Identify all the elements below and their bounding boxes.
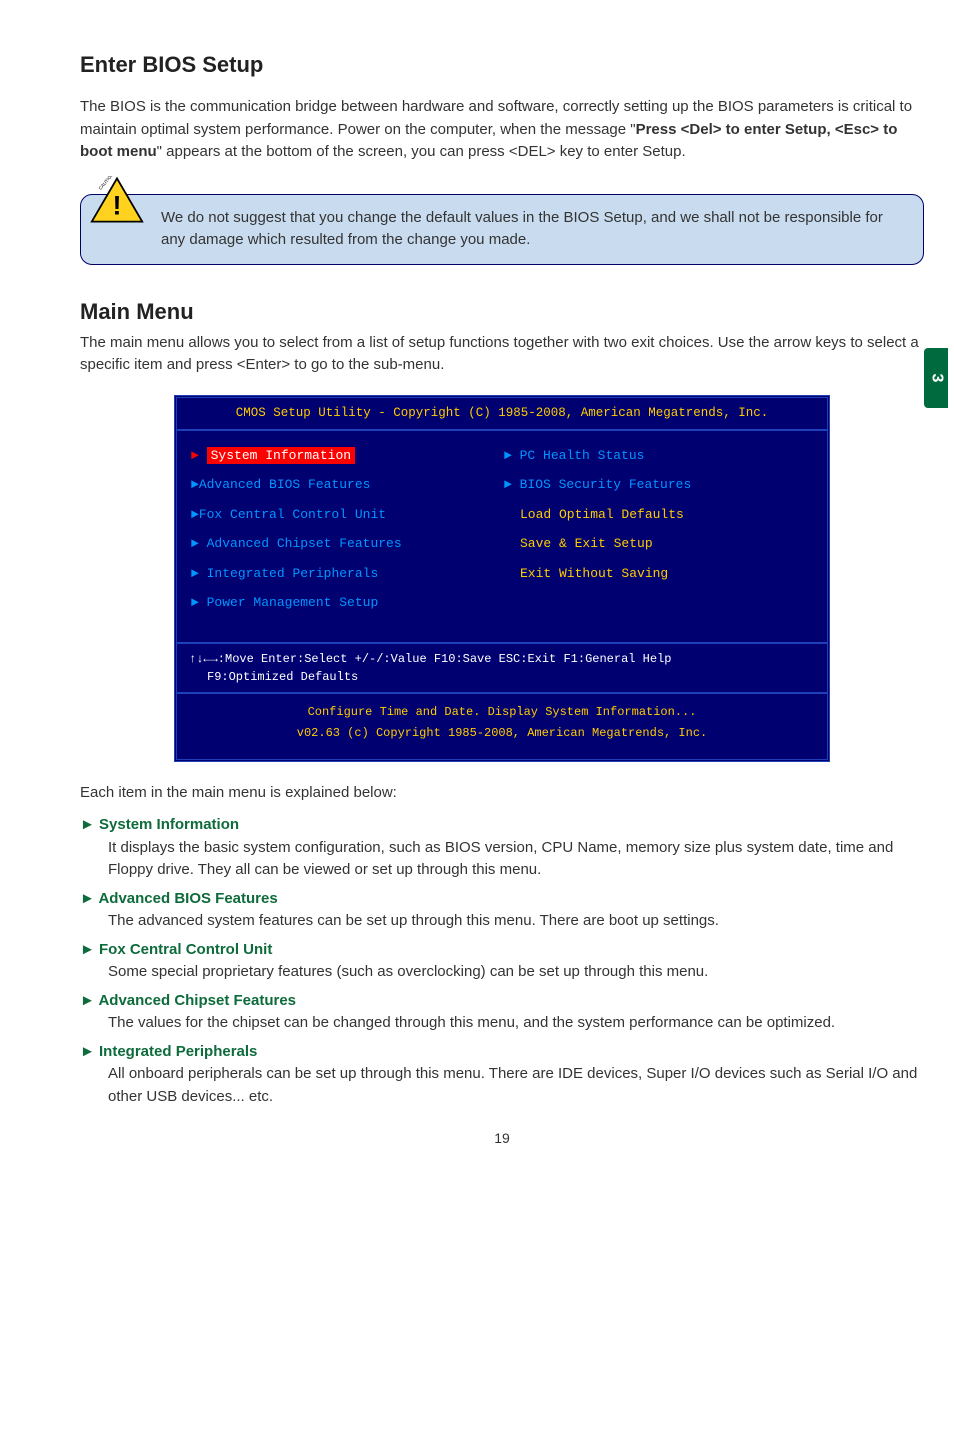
- bios-item-label: Integrated Peripherals: [207, 566, 379, 581]
- bios-left-column: ► System Information ►Advanced BIOS Feat…: [189, 441, 502, 618]
- bios-item-label: System Information: [207, 447, 355, 464]
- expl-head-system-information: ► System Information: [80, 814, 924, 837]
- bios-item-fox-central: ►Fox Central Control Unit: [189, 500, 502, 530]
- page-tab: 3: [924, 348, 948, 408]
- arrow-icon: ►: [504, 477, 512, 492]
- bios-item-bios-security: ► BIOS Security Features: [502, 470, 815, 500]
- expl-head-advanced-bios: ► Advanced BIOS Features: [80, 888, 924, 911]
- caution-text: We do not suggest that you change the de…: [161, 209, 883, 249]
- expl-head-advanced-chipset: ► Advanced Chipset Features: [80, 990, 924, 1013]
- bios-item-pc-health: ► PC Health Status: [502, 441, 815, 471]
- bios-item-power-management: ► Power Management Setup: [189, 588, 502, 618]
- page-tab-number: 3: [924, 374, 948, 383]
- main-menu-title: Main Menu: [80, 295, 924, 328]
- explanations-list: ► System Information It displays the bas…: [80, 814, 924, 1108]
- arrow-icon: ►: [191, 448, 199, 463]
- arrow-icon: ►: [191, 507, 199, 522]
- expl-body-system-information: It displays the basic system configurati…: [108, 837, 924, 882]
- bios-item-advanced-bios: ►Advanced BIOS Features: [189, 470, 502, 500]
- arrow-icon: ►: [191, 477, 199, 492]
- bios-item-label: BIOS Security Features: [520, 477, 692, 492]
- bios-screenshot: CMOS Setup Utility - Copyright (C) 1985-…: [174, 395, 830, 762]
- bios-footer-line2: v02.63 (c) Copyright 1985-2008, American…: [189, 723, 815, 745]
- svg-text:!: !: [113, 190, 122, 220]
- bios-cmd-line1: ↑↓←→:Move Enter:Select +/-/:Value F10:Sa…: [189, 650, 815, 668]
- bios-command-bar: ↑↓←→:Move Enter:Select +/-/:Value F10:Sa…: [177, 642, 827, 692]
- arrow-icon: ►: [191, 536, 199, 551]
- bios-item-label: Power Management Setup: [207, 595, 379, 610]
- bios-item-advanced-chipset: ► Advanced Chipset Features: [189, 529, 502, 559]
- page-number: 19: [80, 1128, 924, 1149]
- bios-item-integrated-peripherals: ► Integrated Peripherals: [189, 559, 502, 589]
- arrow-icon: ►: [504, 448, 512, 463]
- bios-item-save-exit: Save & Exit Setup: [502, 529, 815, 559]
- bios-item-label: Fox Central Control Unit: [199, 507, 386, 522]
- bios-cmd-line2: F9:Optimized Defaults: [189, 668, 815, 686]
- arrow-icon: ►: [191, 595, 199, 610]
- arrow-icon: ►: [191, 566, 199, 581]
- caution-box: ! CAUTION We do not suggest that you cha…: [80, 194, 924, 265]
- bios-item-label: Load Optimal Defaults: [520, 507, 684, 522]
- expl-head-integrated-peripherals: ► Integrated Peripherals: [80, 1041, 924, 1064]
- enter-bios-title: Enter BIOS Setup: [80, 48, 924, 81]
- bios-item-label: Advanced BIOS Features: [199, 477, 371, 492]
- expl-head-fox-central: ► Fox Central Control Unit: [80, 939, 924, 962]
- bios-item-label: Save & Exit Setup: [520, 536, 653, 551]
- main-menu-paragraph: The main menu allows you to select from …: [80, 332, 924, 377]
- bios-footer-line1: Configure Time and Date. Display System …: [189, 702, 815, 724]
- expl-body-advanced-bios: The advanced system features can be set …: [108, 910, 924, 933]
- bios-right-column: ► PC Health Status ► BIOS Security Featu…: [502, 441, 815, 618]
- bios-item-system-information: ► System Information: [189, 441, 502, 471]
- expl-body-fox-central: Some special proprietary features (such …: [108, 961, 924, 984]
- bios-footer: Configure Time and Date. Display System …: [177, 692, 827, 759]
- bios-item-label: Advanced Chipset Features: [207, 536, 402, 551]
- bios-item-label: Exit Without Saving: [520, 566, 668, 581]
- expl-body-advanced-chipset: The values for the chipset can be change…: [108, 1012, 924, 1035]
- bios-title: CMOS Setup Utility - Copyright (C) 1985-…: [177, 398, 827, 431]
- expl-body-integrated-peripherals: All onboard peripherals can be set up th…: [108, 1063, 924, 1108]
- explanations-intro: Each item in the main menu is explained …: [80, 782, 924, 805]
- para-post: " appears at the bottom of the screen, y…: [157, 143, 686, 160]
- bios-item-label: PC Health Status: [520, 448, 645, 463]
- enter-bios-paragraph: The BIOS is the communication bridge bet…: [80, 96, 924, 164]
- caution-icon: ! CAUTION: [90, 176, 144, 224]
- bios-item-exit-without-saving: Exit Without Saving: [502, 559, 815, 589]
- bios-item-load-optimal: Load Optimal Defaults: [502, 500, 815, 530]
